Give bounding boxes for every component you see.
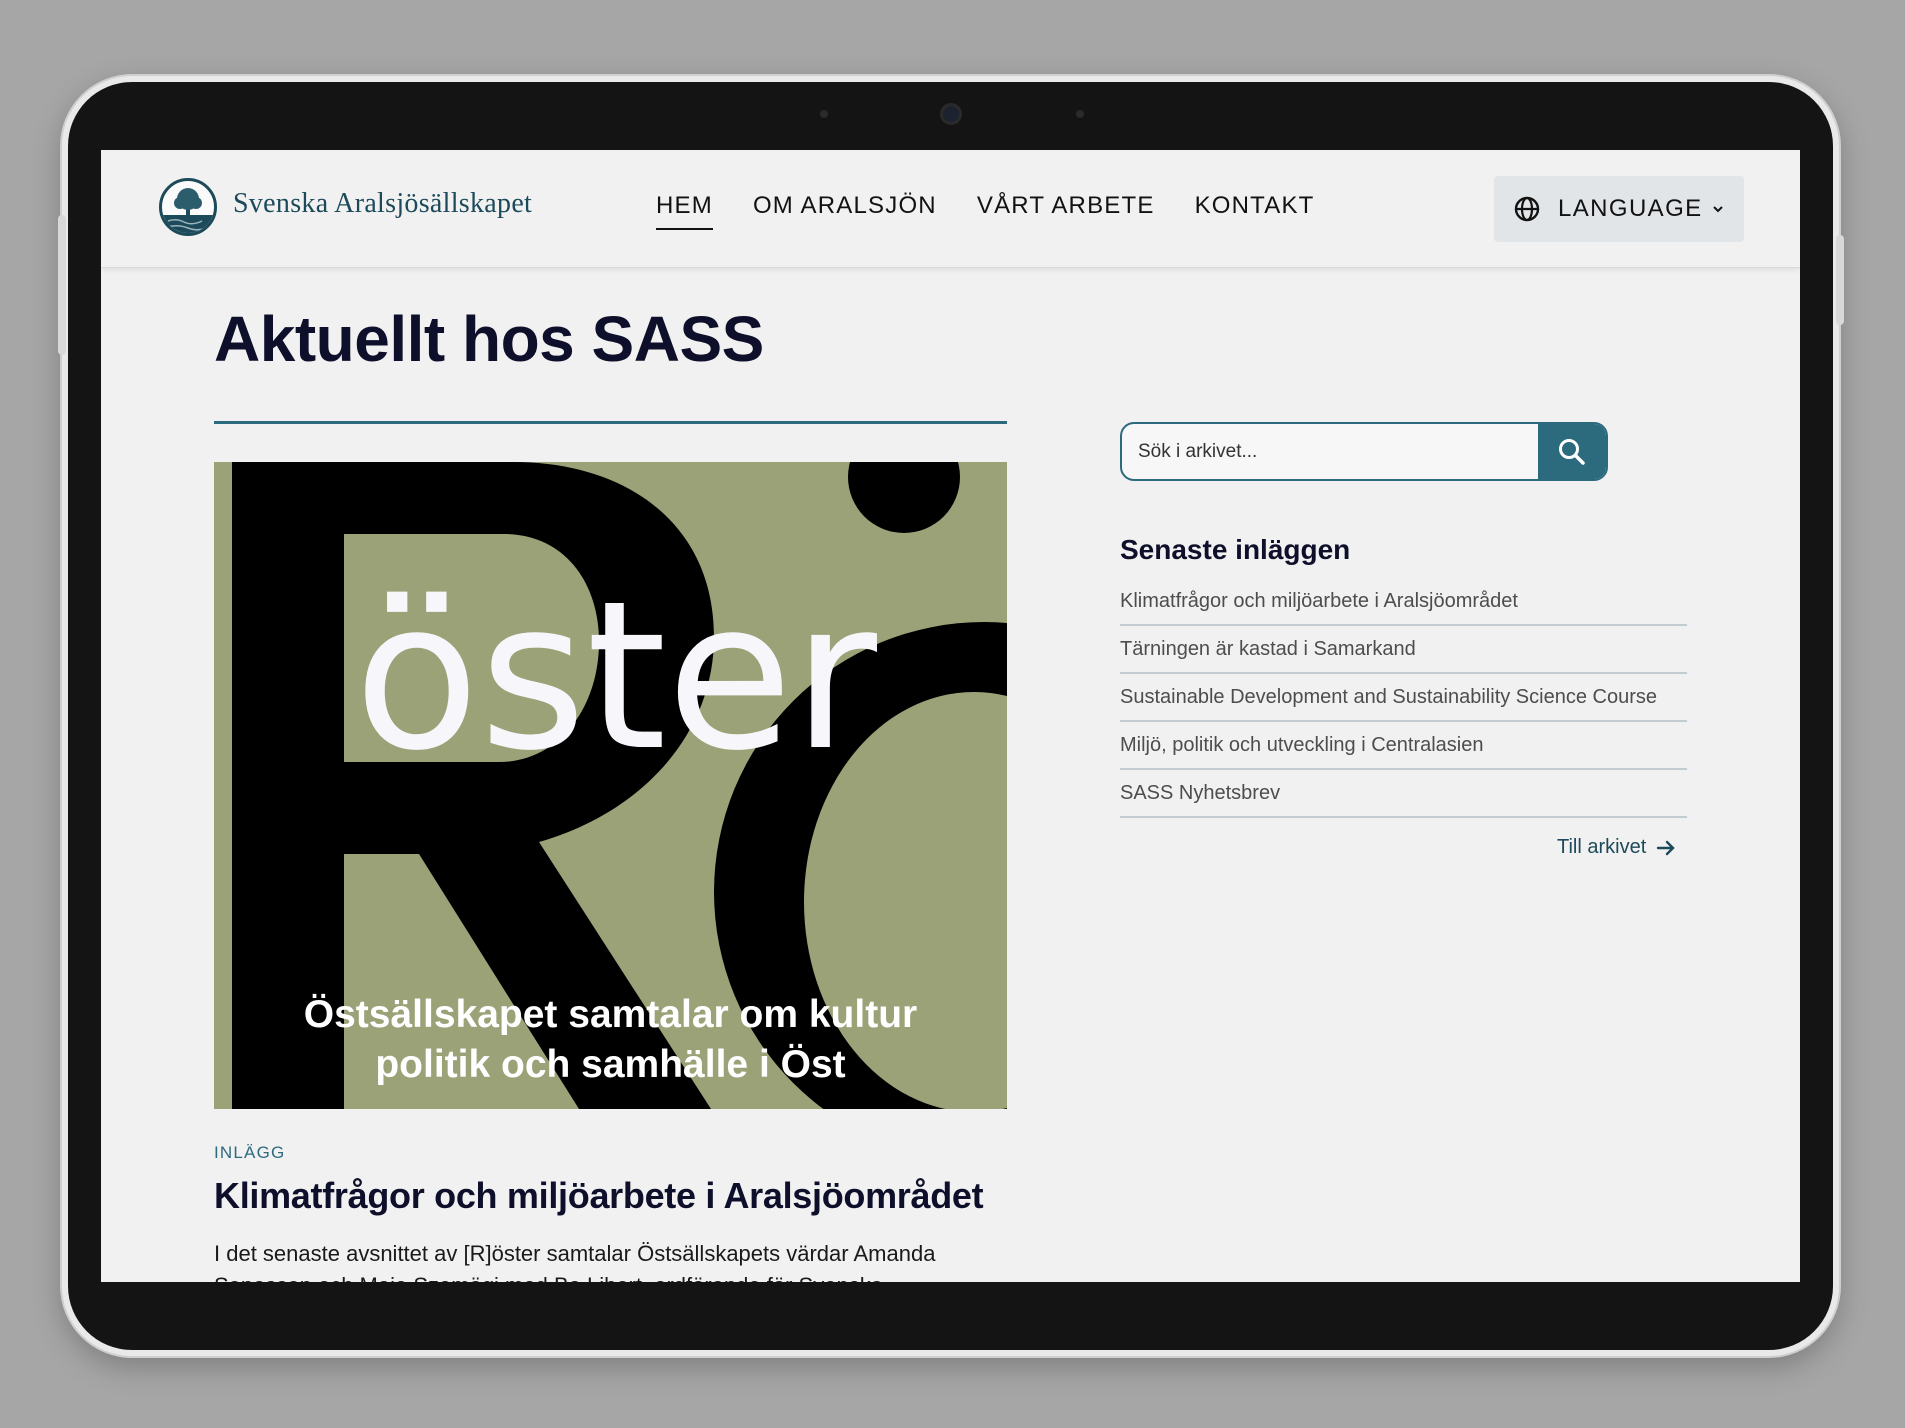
device-side-button [1836,235,1844,325]
big-word: öster [354,558,878,796]
site-header: Svenska Aralsjösällskapet HEM OM ARALSJÖ… [101,150,1800,268]
nav-item-vart-arbete[interactable]: VÅRT ARBETE [977,192,1155,230]
post-title[interactable]: Klimatfrågor och miljöarbete i Aralsjöom… [214,1175,984,1217]
featured-post-image[interactable]: öster Östsällskapet samtalar om kultur p… [214,462,1007,1109]
archive-link[interactable]: Till arkivet [1557,836,1676,859]
recent-post-link[interactable]: Klimatfrågor och miljöarbete i Aralsjöom… [1120,578,1687,626]
main-nav: HEM OM ARALSJÖN VÅRT ARBETE KONTAKT [656,192,1315,230]
recent-post-link[interactable]: Miljö, politik och utveckling i Centrala… [1120,722,1687,770]
search-input[interactable] [1122,424,1540,479]
chevron-down-icon [1712,206,1723,213]
globe-icon [1514,196,1540,222]
title-divider [214,421,1007,424]
sensor-dot [1076,110,1084,118]
archive-link-label: Till arkivet [1557,836,1647,858]
recent-post-link[interactable]: Sustainable Development and Sustainabili… [1120,674,1687,722]
search-button[interactable] [1538,424,1606,479]
page-title: Aktuellt hos SASS [214,303,764,375]
device-side-button [58,215,66,355]
tree-logo-icon[interactable] [159,178,217,236]
sensor-dot [820,110,828,118]
recent-post-link[interactable]: SASS Nyhetsbrev [1120,770,1687,818]
excerpt-line: Sanesson och Maja Szemägi med Bo Libert,… [214,1270,1014,1282]
camera-icon [940,103,962,125]
recent-posts-heading: Senaste inläggen [1120,534,1351,565]
excerpt-line: I det senaste avsnittet av [R]öster samt… [214,1241,936,1266]
language-label: LANGUAGE [1558,195,1703,222]
post-category[interactable]: INLÄGG [214,1143,285,1163]
nav-item-kontakt[interactable]: KONTAKT [1195,192,1315,230]
language-selector[interactable]: LANGUAGE [1494,176,1744,242]
feature-subtitle-line1: Östsällskapet samtalar om kultur [303,993,918,1036]
nav-item-om-aralsjon[interactable]: OM ARALSJÖN [753,192,937,230]
arrow-right-icon [1657,840,1675,855]
site-name[interactable]: Svenska Aralsjösällskapet [233,188,532,220]
post-excerpt: I det senaste avsnittet av [R]öster samt… [214,1238,1014,1282]
recent-posts-list: Klimatfrågor och miljöarbete i Aralsjöom… [1120,578,1687,818]
browser-screen: Svenska Aralsjösällskapet HEM OM ARALSJÖ… [101,150,1800,1282]
recent-post-link[interactable]: Tärningen är kastad i Samarkand [1120,626,1687,674]
feature-subtitle-line2: politik och samhälle i Öst [375,1043,846,1086]
search-icon [1559,438,1585,465]
archive-search [1120,422,1608,481]
nav-item-hem[interactable]: HEM [656,192,713,230]
